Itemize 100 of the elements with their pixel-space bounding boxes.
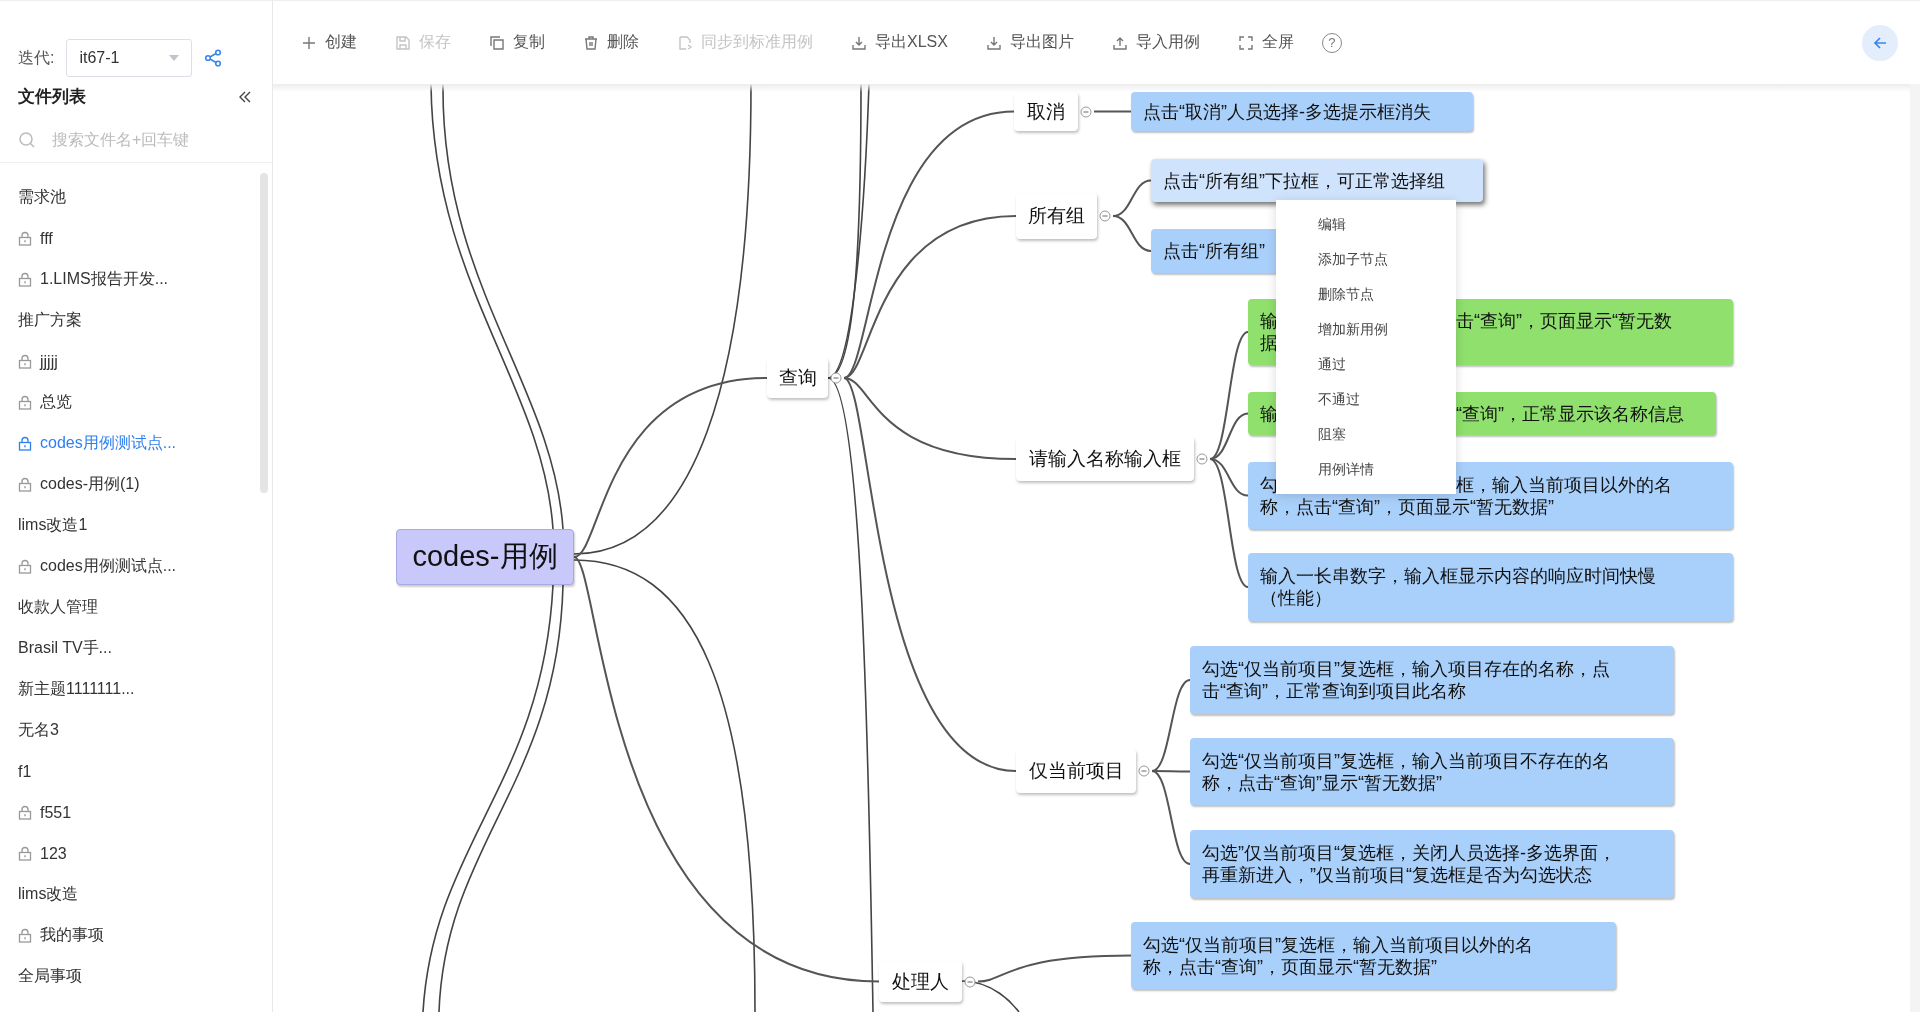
case-text: 称，点击“查询”，页面显示“暂无数据”	[1143, 955, 1437, 978]
topic-node[interactable]: 仅当前项目	[1016, 749, 1136, 793]
toolbar-button[interactable]: 全屏	[1237, 32, 1294, 53]
file-item[interactable]: codes用例测试点...	[0, 423, 272, 464]
file-item[interactable]: 全局事项	[0, 956, 272, 997]
topic-node[interactable]: 处理人	[879, 961, 962, 1002]
lock-icon	[18, 477, 32, 492]
file-item[interactable]: 需求池	[0, 177, 272, 218]
file-item[interactable]: 总览	[0, 382, 272, 423]
file-item[interactable]: codes用例测试点...	[0, 546, 272, 587]
file-item[interactable]: f1	[0, 751, 272, 792]
toolbar-button[interactable]: 导出XLSX	[851, 32, 948, 53]
copy-icon	[489, 34, 505, 51]
case-node[interactable]: 勾选“仅当前项目”复选框，输入当前项目以外的名 称，点击“查询”，页面显示“暂无数据”	[1131, 922, 1616, 989]
case-node[interactable]: 点击“所有组”下拉框，可正常选择组	[1151, 159, 1483, 202]
file-list-title: 文件列表	[18, 86, 86, 108]
file-item[interactable]: 1.LIMS报告开发...	[0, 259, 272, 300]
arrow-left-icon	[1872, 34, 1888, 51]
menu-item[interactable]: 增加新用例	[1276, 312, 1456, 347]
case-text: 输	[1260, 310, 1278, 332]
case-text: 勾	[1260, 473, 1278, 496]
file-item[interactable]: Brasil TV手...	[0, 628, 272, 669]
case-text: 据	[1260, 332, 1278, 354]
case-text: （性能）	[1260, 587, 1332, 609]
case-node[interactable]: 勾选”仅当前项目“复选框，关闭人员选择-多选界面， 再重新进入，”仅当前项目“复选框是否为勾选状态	[1190, 830, 1674, 898]
case-text: 击“查询”，正常查询到项目此名称	[1202, 680, 1466, 702]
file-item[interactable]: codes-用例(1)	[0, 464, 272, 505]
file-item[interactable]: f551	[0, 792, 272, 833]
toolbar-button[interactable]: 复制	[489, 32, 545, 53]
case-text: 输	[1260, 402, 1278, 425]
file-item[interactable]: lims改造	[0, 874, 272, 915]
case-text: 点击“所有组”下拉框，可正常选择组	[1163, 169, 1445, 192]
file-item[interactable]: 推广方案	[0, 300, 272, 341]
lock-icon	[18, 805, 32, 820]
topic-node[interactable]: 所有组	[1016, 193, 1097, 239]
case-text: 点击“取消”人员选择-多选提示框消失	[1143, 100, 1431, 123]
case-node[interactable]: 勾选“仅当前项目”复选框，输入当前项目不存在的名 称，点击“查询”显示“暂无数据”	[1190, 738, 1674, 805]
case-text: 击“查询”，页面显示“暂无数	[1456, 310, 1672, 332]
case-text: 勾选“仅当前项目”复选框，输入当前项目以外的名	[1143, 933, 1533, 956]
case-node[interactable]: 输入一长串数字，输入框显示内容的响应时间快慢 （性能）	[1248, 553, 1733, 621]
connector-line	[1093, 110, 1132, 113]
file-item[interactable]: 无名3	[0, 710, 272, 751]
search-icon	[18, 131, 36, 149]
collapse-toggle-icon[interactable]	[964, 975, 976, 988]
lock-icon	[18, 395, 32, 410]
collapse-toggle-icon[interactable]	[1196, 453, 1208, 465]
file-item[interactable]: jjjjj	[0, 341, 272, 382]
case-text: 称，点击“查询”，页面显示“暂无数据”	[1260, 495, 1554, 518]
case-text: 输入一长串数字，输入框显示内容的响应时间快慢	[1260, 565, 1656, 587]
case-text: 勾选“仅当前项目”复选框，输入项目存在的名称，点	[1202, 658, 1610, 680]
export-icon	[985, 34, 1002, 51]
topic-node[interactable]: 查询	[767, 358, 828, 398]
collapse-icon[interactable]	[238, 89, 252, 104]
root-node[interactable]: codes-用例	[396, 529, 574, 585]
case-text: “查询”，正常显示该名称信息	[1456, 402, 1684, 425]
lock-icon	[18, 231, 32, 246]
save-icon	[395, 34, 411, 51]
case-text: 称，点击“查询”显示“暂无数据”	[1202, 771, 1442, 794]
case-node[interactable]: 勾选“仅当前项目”复选框，输入项目存在的名称，点 击“查询”，正常查询到项目此名称	[1190, 646, 1674, 714]
collapse-toggle-icon[interactable]	[1099, 210, 1111, 222]
share-icon[interactable]	[204, 49, 223, 67]
sync-icon	[677, 34, 693, 51]
file-item[interactable]: 新主题1111111...	[0, 669, 272, 710]
lock-icon	[18, 272, 32, 287]
file-item[interactable]: fff	[0, 218, 272, 259]
file-item[interactable]: 123	[0, 833, 272, 874]
delete-icon	[583, 34, 599, 51]
lock-icon	[18, 928, 32, 943]
toolbar-button[interactable]: 创建	[301, 32, 357, 53]
topic-node[interactable]: 请输入名称输入框	[1016, 437, 1194, 481]
connector-line	[1112, 215, 1152, 252]
case-text: 点击“所有组”	[1163, 240, 1265, 262]
file-item[interactable]: 我的事项	[0, 915, 272, 956]
collapse-toggle-icon[interactable]	[1138, 765, 1150, 777]
file-item[interactable]: 收款人管理	[0, 587, 272, 628]
case-text: 勾选”仅当前项目“复选框，关闭人员选择-多选界面，	[1202, 842, 1616, 864]
iteration-label: 迭代:	[18, 47, 55, 68]
lock-icon	[18, 559, 32, 574]
search-field[interactable]: 搜索文件名+回车键	[50, 130, 254, 150]
plus-icon	[301, 34, 317, 51]
back-button[interactable]	[1862, 24, 1898, 61]
collapse-toggle-icon[interactable]	[830, 372, 842, 384]
scrollbar[interactable]	[260, 173, 268, 493]
toolbar-button[interactable]: 导出图片	[985, 32, 1074, 53]
case-text: 框，输入当前项目以外的名	[1456, 473, 1672, 496]
export-icon	[851, 34, 867, 51]
lock-icon	[18, 354, 32, 369]
iteration-select[interactable]: it67-1	[66, 39, 193, 77]
toolbar-button[interactable]: 导入用例	[1111, 32, 1200, 53]
collapse-toggle-icon[interactable]	[1080, 105, 1092, 118]
case-node[interactable]: 点击“取消”人员选择-多选提示框消失	[1131, 92, 1473, 131]
fullscreen-icon	[1237, 34, 1254, 51]
lock-icon	[18, 846, 32, 861]
lock-icon	[18, 436, 32, 451]
case-text: 勾选“仅当前项目”复选框，输入当前项目不存在的名	[1202, 749, 1610, 772]
topic-node[interactable]: 取消	[1014, 92, 1078, 131]
caret-icon	[169, 55, 180, 61]
file-item[interactable]: lims改造1	[0, 505, 272, 546]
toolbar-button[interactable]: 删除	[583, 32, 639, 53]
case-text: 再重新进入，”仅当前项目“复选框是否为勾选状态	[1202, 864, 1592, 886]
